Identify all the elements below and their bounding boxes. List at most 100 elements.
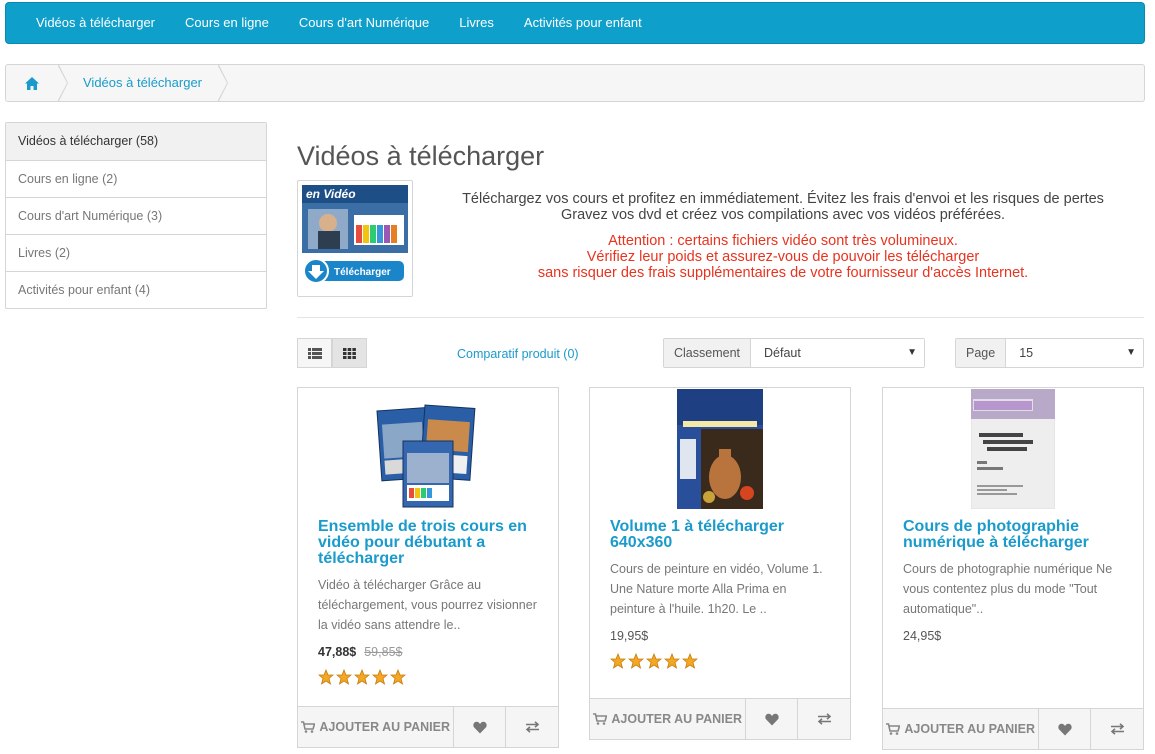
grid-view-icon [343,347,356,359]
product-price: 47,88$ [318,645,357,659]
category-description-line1: Téléchargez vos cours et profitez en imm… [462,191,1104,207]
product-price-block: 47,88$ 59,85$ [298,635,558,659]
wishlist-button[interactable] [746,699,799,739]
list-view-button[interactable] [297,338,332,368]
product-description: Cours de photographie numérique Ne vous … [903,562,1113,616]
product-title[interactable]: Ensemble de trois cours en vidéo pour dé… [298,513,558,567]
compare-icon [1110,723,1124,735]
heart-icon [765,713,779,725]
top-navigation: Vidéos à télécharger Cours en ligne Cour… [5,2,1145,44]
nav-item-art-numerique[interactable]: Cours d'art Numérique [284,3,444,43]
sidebar-item-cours-en-ligne[interactable]: Cours en ligne (2) [6,160,266,197]
product-price: 19,95$ [610,629,649,643]
add-to-cart-label: AJOUTER AU PANIER [904,722,1035,736]
product-card[interactable]: Ensemble de trois cours en vidéo pour dé… [297,387,559,748]
breadcrumb: Vidéos à télécharger [5,64,1145,102]
product-card[interactable]: Volume 1 à télécharger 640x360 Cours de … [589,387,851,740]
compare-button[interactable] [798,699,850,739]
compare-icon [525,721,539,733]
category-image: en Vidéo Télécharger [297,180,413,297]
compare-products-link[interactable]: Comparatif produit (0) [457,347,579,361]
star-icon [610,653,626,669]
sort-label: Classement [664,339,751,367]
sidebar-item-videos[interactable]: Vidéos à télécharger (58) [6,123,266,160]
category-warning: Attention : certains fichiers vidéo sont… [420,233,1146,281]
category-image-title: en Vidéo [306,187,356,201]
product-actions: AJOUTER AU PANIER [589,698,851,740]
compare-button[interactable] [506,707,558,747]
category-warning-line1: Attention : certains fichiers vidéo sont… [608,233,958,249]
product-price: 24,95$ [903,629,942,643]
product-price-block: 24,95$ [883,619,1143,643]
product-price-block: 19,95$ [590,619,850,643]
product-title[interactable]: Cours de photographie numérique à téléch… [883,513,1143,551]
grid-view-button[interactable] [332,338,367,368]
wishlist-button[interactable] [1039,709,1092,749]
product-description: Vidéo à télécharger Grâce au téléchargem… [318,578,537,632]
sort-select[interactable]: Défaut ▼ [751,339,924,367]
nav-item-cours-en-ligne[interactable]: Cours en ligne [170,3,284,43]
page-label: Page [956,339,1007,367]
product-image[interactable] [590,388,850,513]
nav-item-livres[interactable]: Livres [444,3,509,43]
sidebar-item-livres[interactable]: Livres (2) [6,234,266,271]
star-icon [372,669,388,685]
product-rating [590,643,850,669]
product-actions: AJOUTER AU PANIER [882,708,1144,750]
breadcrumb-home[interactable] [6,65,68,101]
category-warning-line3: sans risquer des frais supplémentaires d… [537,265,1029,281]
heart-icon [473,721,487,733]
home-icon [25,76,39,90]
product-image[interactable] [883,388,1143,513]
page-select[interactable]: 15 ▼ [1006,339,1143,367]
sort-select-value: Défaut [764,346,801,360]
list-view-icon [307,347,322,359]
heart-icon [1058,723,1072,735]
star-icon [390,669,406,685]
category-image-button: Télécharger [334,267,391,278]
category-sidebar: Vidéos à télécharger (58) Cours en ligne… [5,122,267,309]
page-select-group: Page 15 ▼ [955,338,1144,368]
chevron-down-icon: ▼ [907,347,917,358]
product-title[interactable]: Volume 1 à télécharger 640x360 [590,513,850,551]
star-icon [646,653,662,669]
sidebar-item-art-numerique[interactable]: Cours d'art Numérique (3) [6,197,266,234]
add-to-cart-label: AJOUTER AU PANIER [319,720,450,734]
breadcrumb-current: Vidéos à télécharger [58,65,229,101]
compare-button[interactable] [1091,709,1143,749]
cart-icon [593,713,608,725]
page-title: Vidéos à télécharger [297,141,545,171]
add-to-cart-label: AJOUTER AU PANIER [611,712,742,726]
sort-select-group: Classement Défaut ▼ [663,338,925,368]
view-switcher [297,338,367,368]
wishlist-button[interactable] [454,707,507,747]
divider [297,317,1144,318]
product-actions: AJOUTER AU PANIER [297,706,559,748]
cart-icon [886,723,901,735]
product-card[interactable]: Cours de photographie numérique à téléch… [882,387,1144,750]
category-description-line2: Gravez vos dvd et créez vos compilations… [560,207,1006,223]
add-to-cart-button[interactable]: AJOUTER AU PANIER [590,699,747,739]
product-old-price: 59,85$ [364,645,403,659]
page-select-value: 15 [1019,346,1034,360]
star-icon [682,653,698,669]
star-icon [336,669,352,685]
star-icon [628,653,644,669]
star-icon [354,669,370,685]
cart-icon [301,721,316,733]
nav-item-videos[interactable]: Vidéos à télécharger [21,3,170,43]
sidebar-item-activites-enfant[interactable]: Activités pour enfant (4) [6,271,266,308]
product-image[interactable] [298,388,558,513]
add-to-cart-button[interactable]: AJOUTER AU PANIER [883,709,1040,749]
category-description: Téléchargez vos cours et profitez en imm… [420,191,1146,223]
breadcrumb-current-label: Vidéos à télécharger [83,75,203,90]
product-description: Cours de peinture en vidéo, Volume 1. Un… [610,562,823,616]
star-icon [318,669,334,685]
product-rating [298,659,558,685]
chevron-down-icon: ▼ [1126,347,1136,358]
nav-item-activites-enfant[interactable]: Activités pour enfant [509,3,657,43]
compare-icon [817,713,831,725]
category-warning-line2: Vérifiez leur poids et assurez-vous de p… [586,249,980,265]
star-icon [664,653,680,669]
add-to-cart-button[interactable]: AJOUTER AU PANIER [298,707,455,747]
